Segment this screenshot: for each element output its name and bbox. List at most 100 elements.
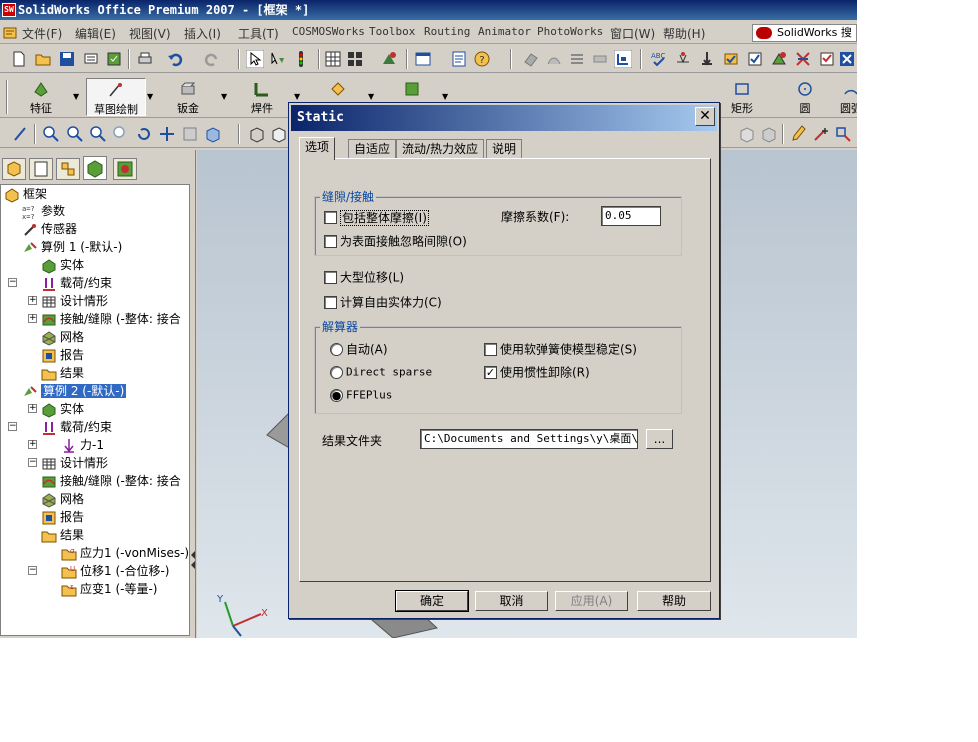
rotate-view-icon[interactable] xyxy=(135,125,153,143)
grid-icon[interactable] xyxy=(324,50,342,68)
panel-splitter-icon[interactable] xyxy=(190,530,196,590)
weldments-dropdown-icon[interactable]: ▼ xyxy=(294,92,300,101)
solidworks-search[interactable]: SolidWorks 搜 xyxy=(752,24,857,42)
open-icon[interactable] xyxy=(34,50,52,68)
cmd-features[interactable]: 特征 xyxy=(22,78,60,116)
cosmos-design-icon[interactable] xyxy=(838,50,856,68)
zoom-in-out-icon[interactable] xyxy=(89,125,107,143)
tree-item-sensors[interactable]: 传感器 xyxy=(22,220,77,238)
free-body-force-checkbox[interactable]: 计算自由实体力(C) xyxy=(324,294,442,310)
tree-item-results1[interactable]: 结果 xyxy=(41,364,84,382)
rebuild-icon[interactable] xyxy=(292,50,310,68)
ignore-clearance-checkbox[interactable]: 为表面接触忽略间隙(O) xyxy=(324,233,467,249)
expand-results1-icon[interactable]: + xyxy=(28,404,37,413)
sketch-pen-icon[interactable] xyxy=(790,125,808,143)
zoom-window-icon[interactable] xyxy=(66,125,84,143)
menu-tools[interactable]: 工具(T) xyxy=(238,25,279,42)
view-orientation-icon[interactable] xyxy=(346,50,364,68)
menu-photoworks[interactable]: PhotoWorks xyxy=(537,25,603,38)
cmd-circle[interactable]: 圆 xyxy=(790,78,820,116)
tree-item-study1[interactable]: 算例 1 (-默认-) xyxy=(22,238,122,256)
sketch-tool-icon[interactable] xyxy=(12,125,30,143)
undo-icon[interactable] xyxy=(166,50,184,68)
wireframe-icon[interactable] xyxy=(248,125,266,143)
large-displacement-checkbox[interactable]: 大型位移(L) xyxy=(324,269,404,285)
cmd-sheet-metal[interactable]: 钣金 xyxy=(172,78,204,116)
tree-item-study2[interactable]: 算例 2 (-默认-) xyxy=(22,382,127,400)
solver-direct-sparse-radio[interactable]: Direct sparse xyxy=(330,364,432,380)
include-friction-box[interactable] xyxy=(324,211,337,224)
cmd-weldments[interactable]: 焊件 xyxy=(246,78,278,116)
tab-cosmos-manager[interactable] xyxy=(83,156,107,180)
redo-icon[interactable] xyxy=(203,50,221,68)
tree-item-displacement1[interactable]: U 位移1 (-合位移-) xyxy=(61,562,169,580)
print-icon[interactable] xyxy=(136,50,154,68)
inertial-relief-checkbox[interactable]: ✓ 使用惯性卸除(R) xyxy=(484,364,590,380)
tree-item-results2[interactable]: 结果 xyxy=(41,526,84,544)
menu-file[interactable]: 文件(F) xyxy=(22,25,62,42)
browse-button[interactable]: ... xyxy=(646,429,673,449)
tree-item-design-scenario1[interactable]: 设计情形 xyxy=(41,292,108,310)
ok-button[interactable]: 确定 xyxy=(395,590,469,612)
tree-root[interactable]: 框架 xyxy=(4,185,47,203)
display-style-icon[interactable] xyxy=(204,125,222,143)
menu-edit[interactable]: 编辑(E) xyxy=(75,25,116,42)
select-filter-icon[interactable] xyxy=(269,50,287,68)
cosmos-run-icon[interactable] xyxy=(746,50,764,68)
sketch-toggle-icon[interactable] xyxy=(614,50,632,68)
tab-configuration-manager[interactable] xyxy=(56,158,80,180)
sheet-metal-dropdown-icon[interactable]: ▼ xyxy=(221,92,227,101)
soft-springs-box[interactable] xyxy=(484,343,497,356)
dialog-title-bar[interactable]: Static xyxy=(291,105,717,131)
solidworks-menu-icon[interactable] xyxy=(2,25,18,41)
cosmos-material-icon[interactable] xyxy=(722,50,740,68)
cmd-sketch[interactable]: 草图绘制 xyxy=(86,78,146,116)
menu-routing[interactable]: Routing xyxy=(424,25,470,38)
hidden-lines-icon[interactable] xyxy=(270,125,288,143)
friction-coef-input[interactable]: 0.05 xyxy=(601,206,661,226)
tree-item-parameters[interactable]: a=? x=? 参数 xyxy=(22,202,65,220)
properties-icon[interactable] xyxy=(450,50,468,68)
cancel-button[interactable]: 取消 xyxy=(475,591,548,611)
select-icon[interactable] xyxy=(246,50,264,68)
expand-solids2-icon[interactable]: + xyxy=(28,440,37,449)
spell-check-icon[interactable]: ABC xyxy=(650,50,668,68)
menu-insert[interactable]: 插入(I) xyxy=(184,25,221,42)
collapse-results2-icon[interactable]: − xyxy=(28,566,37,575)
cosmos-report-icon[interactable] xyxy=(818,50,836,68)
solver-auto-radio-dot[interactable] xyxy=(330,343,343,356)
cosmos-results-icon[interactable] xyxy=(794,50,812,68)
cosmos-study-icon[interactable] xyxy=(674,50,692,68)
zoom-to-fit-icon[interactable] xyxy=(42,125,60,143)
tree-item-force1[interactable]: 力-1 xyxy=(61,436,104,454)
tree-item-loads1[interactable]: 载荷/约束 xyxy=(41,274,112,292)
tab-property-manager[interactable] xyxy=(29,158,53,180)
tree-item-mesh1[interactable]: 网格 xyxy=(41,328,84,346)
cosmos-mesh-icon[interactable] xyxy=(770,50,788,68)
options-icon[interactable] xyxy=(105,50,123,68)
menu-toolbox[interactable]: Toolbox xyxy=(369,25,415,38)
pan-icon[interactable] xyxy=(158,125,176,143)
tree-item-contact2[interactable]: 接触/缝隙 (-整体: 接合 xyxy=(41,472,181,490)
tab-display-manager[interactable] xyxy=(113,158,137,180)
tree-item-solids2[interactable]: 实体 xyxy=(41,400,84,418)
expand-solids1-icon[interactable]: + xyxy=(28,296,37,305)
collapse-loads2-icon[interactable]: − xyxy=(28,458,37,467)
menu-help[interactable]: 帮助(H) xyxy=(663,25,705,42)
tree-item-stress1[interactable]: σ 应力1 (-vonMises-) xyxy=(61,544,189,562)
cmd-arc[interactable]: 圆弧 xyxy=(836,78,857,116)
menu-view[interactable]: 视图(V) xyxy=(129,25,171,42)
tree-item-report1[interactable]: 报告 xyxy=(41,346,84,364)
large-displacement-box[interactable] xyxy=(324,271,337,284)
solver-auto-radio[interactable]: 自动(A) xyxy=(330,341,388,357)
menu-animator[interactable]: Animator xyxy=(478,25,531,38)
menu-window[interactable]: 窗口(W) xyxy=(610,25,655,42)
previous-view-icon[interactable] xyxy=(181,125,199,143)
apply-button[interactable]: 应用(A) xyxy=(555,591,628,611)
menu-cosmosworks[interactable]: COSMOSWorks xyxy=(292,25,365,38)
tab-description[interactable]: 说明 xyxy=(486,139,523,159)
tree-item-contact1[interactable]: 接触/缝隙 (-整体: 接合 xyxy=(41,310,181,328)
solver-ffeplus-radio[interactable]: ● FFEPlus xyxy=(330,387,392,403)
flatten-icon[interactable] xyxy=(591,50,609,68)
soft-springs-checkbox[interactable]: 使用软弹簧使模型稳定(S) xyxy=(484,341,637,357)
